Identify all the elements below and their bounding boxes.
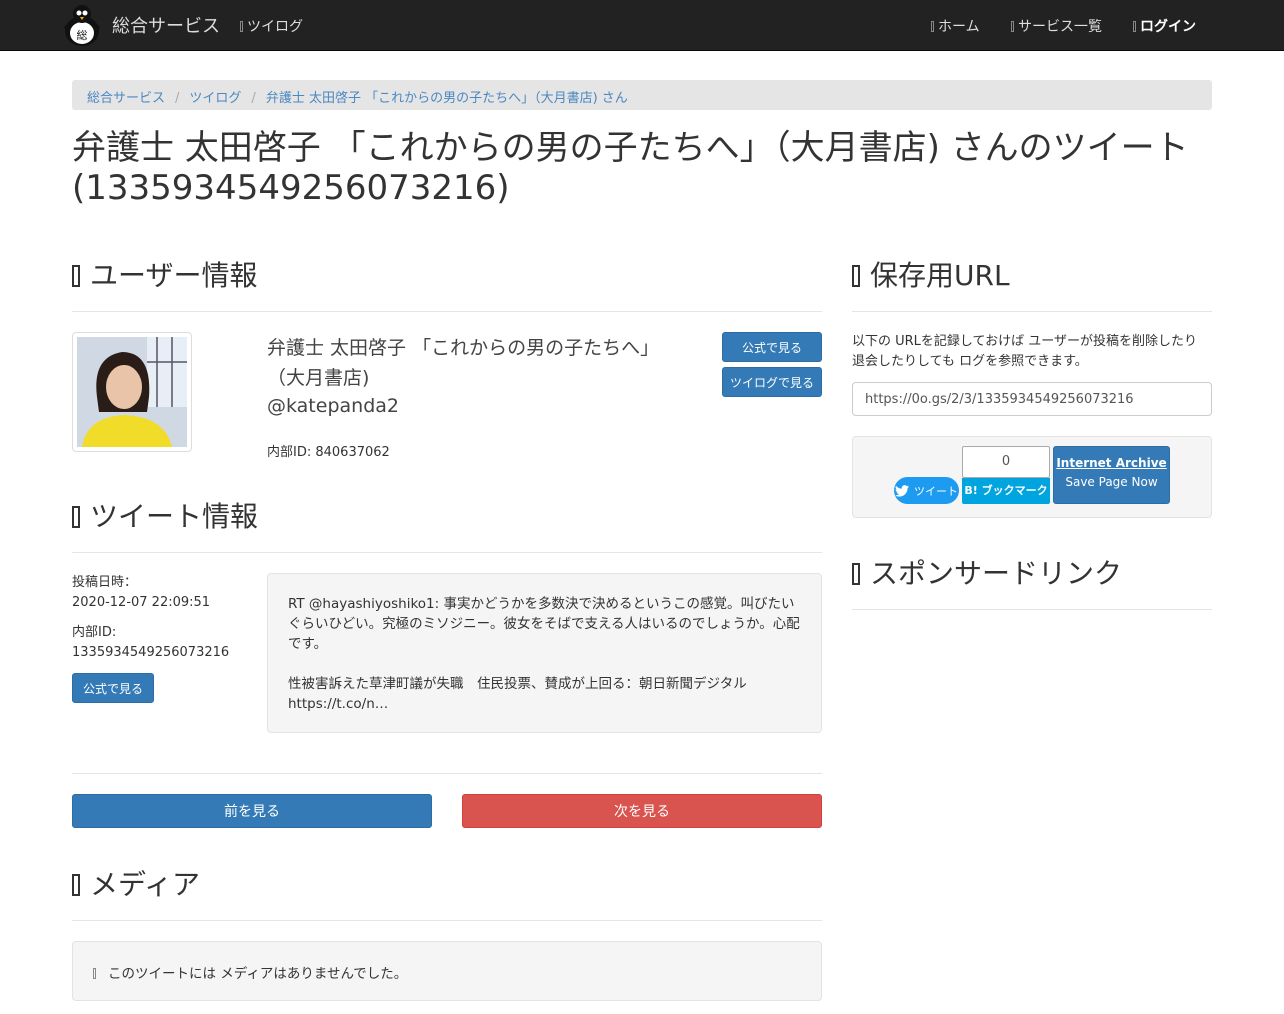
tweet-share-label: ツイート bbox=[914, 484, 958, 498]
tweet-info-heading-text: ツイート情報 bbox=[90, 500, 259, 533]
user-display-name: 弁護士 太田啓子 「これからの男の子たちへ」（大月書店) bbox=[267, 337, 660, 389]
user-avatar-frame[interactable] bbox=[72, 332, 192, 452]
nav-twilog-label: ツイログ bbox=[247, 19, 303, 35]
twitter-bird-icon bbox=[895, 484, 909, 497]
brand-text: 総合サービス bbox=[112, 16, 220, 37]
tweet-text-link-line: 性被害訴えた草津町議が失職 住民投票、賛成が上回る：朝日新聞デジタル https… bbox=[288, 676, 747, 712]
sponsor-heading-text: スポンサードリンク bbox=[870, 557, 1123, 590]
tweet-text-body: RT @hayashiyoshiko1: 事実かどうかを多数決で決めるというこの… bbox=[288, 596, 800, 652]
image-icon bbox=[72, 874, 80, 896]
nav-services-link[interactable]: サービス一覧 bbox=[1011, 16, 1102, 36]
save-url-description: 以下の URLを記録しておけば ユーザーが投稿を削除したり 退会したりしても ロ… bbox=[852, 334, 1198, 369]
bookmark-icon bbox=[852, 265, 860, 287]
hatena-count: 0 bbox=[962, 446, 1050, 478]
internet-archive-button[interactable]: Internet Archive Save Page Now bbox=[1053, 446, 1170, 504]
nav-twilog-link[interactable]: ツイログ bbox=[240, 16, 303, 36]
divider bbox=[72, 773, 822, 774]
user-info-heading-text: ユーザー情報 bbox=[90, 259, 258, 292]
list-icon bbox=[1011, 21, 1014, 32]
view-official-tweet-button[interactable]: 公式で見る bbox=[72, 673, 154, 703]
save-url-heading: 保存用URL bbox=[852, 259, 1010, 293]
nav-login-link[interactable]: ログイン bbox=[1133, 16, 1196, 36]
login-icon bbox=[1133, 21, 1136, 32]
breadcrumb: 総合サービス / ツイログ / 弁護士 太田啓子 「これからの男の子たちへ」（大月書店)… bbox=[72, 80, 1212, 110]
info-icon bbox=[93, 968, 96, 979]
tweet-id-label: 内部ID: bbox=[72, 625, 117, 640]
page-title: 弁護士 太田啓子 「これからの男の子たちへ」（大月書店) さんのツイート (13… bbox=[72, 128, 1189, 208]
nav-login-label: ログイン bbox=[1140, 19, 1196, 35]
user-icon bbox=[72, 265, 80, 287]
posted-at-label: 投稿日時： bbox=[72, 575, 138, 590]
tweet-info-heading: ツイート情報 bbox=[72, 500, 258, 534]
nav-home-link[interactable]: ホーム bbox=[931, 16, 980, 36]
hatena-bookmark-button[interactable]: B! ブックマーク bbox=[962, 478, 1050, 504]
divider bbox=[72, 552, 822, 553]
divider bbox=[852, 609, 1212, 610]
posted-at-value: 2020-12-07 22:09:51 bbox=[72, 595, 211, 610]
ia-title: Internet Archive bbox=[1056, 456, 1167, 470]
brand-link[interactable]: 総 総合サービス bbox=[60, 2, 220, 48]
prev-tweet-button[interactable]: 前を見る bbox=[72, 794, 432, 828]
breadcrumb-item-home[interactable]: 総合サービス bbox=[87, 91, 165, 106]
home-icon bbox=[931, 21, 934, 32]
divider bbox=[72, 311, 822, 312]
sponsor-heading: スポンサードリンク bbox=[852, 557, 1122, 591]
nav-services-label: サービス一覧 bbox=[1018, 19, 1102, 35]
star-icon bbox=[852, 563, 860, 585]
next-tweet-button[interactable]: 次を見る bbox=[462, 794, 822, 828]
ia-subtitle: Save Page Now bbox=[1065, 475, 1158, 489]
comment-icon bbox=[72, 506, 80, 528]
view-official-user-button[interactable]: 公式で見る bbox=[722, 332, 822, 362]
media-heading-text: メディア bbox=[90, 868, 201, 901]
nav-home-label: ホーム bbox=[938, 19, 980, 35]
view-twilog-user-button[interactable]: ツイログで見る bbox=[722, 367, 822, 397]
breadcrumb-separator: / bbox=[251, 91, 256, 106]
logo-char: 総 bbox=[77, 28, 88, 42]
top-navbar: 総 総合サービス ツイログ ホーム サービス一覧 ログイン bbox=[0, 0, 1284, 51]
tweet-text-box: RT @hayashiyoshiko1: 事実かどうかを多数決で決めるというこの… bbox=[267, 573, 822, 733]
link-icon bbox=[240, 21, 243, 32]
tweet-share-button[interactable]: ツイート bbox=[894, 477, 959, 504]
media-empty-text: このツイートには メディアはありませんでした。 bbox=[108, 966, 408, 982]
divider bbox=[72, 920, 822, 921]
user-info-heading: ユーザー情報 bbox=[72, 259, 257, 293]
media-heading: メディア bbox=[72, 868, 200, 902]
breadcrumb-separator: / bbox=[175, 91, 180, 106]
save-url-heading-text: 保存用URL bbox=[870, 259, 1010, 292]
penguin-logo-icon: 総 bbox=[64, 5, 100, 46]
breadcrumb-item-twilog[interactable]: ツイログ bbox=[189, 91, 241, 106]
user-handle: @katepanda2 bbox=[267, 395, 399, 417]
breadcrumb-item-user[interactable]: 弁護士 太田啓子 「これからの男の子たちへ」（大月書店) さん bbox=[266, 91, 628, 106]
avatar bbox=[77, 337, 187, 447]
divider bbox=[852, 311, 1212, 312]
media-empty-notice: このツイートには メディアはありませんでした。 bbox=[72, 941, 822, 1001]
user-internal-id: 内部ID: 840637062 bbox=[267, 445, 390, 460]
hatena-bookmark-widget[interactable]: 0 B! ブックマーク bbox=[962, 446, 1050, 504]
save-url-input[interactable] bbox=[852, 382, 1212, 416]
tweet-id-value: 1335934549256073216 bbox=[72, 645, 230, 660]
